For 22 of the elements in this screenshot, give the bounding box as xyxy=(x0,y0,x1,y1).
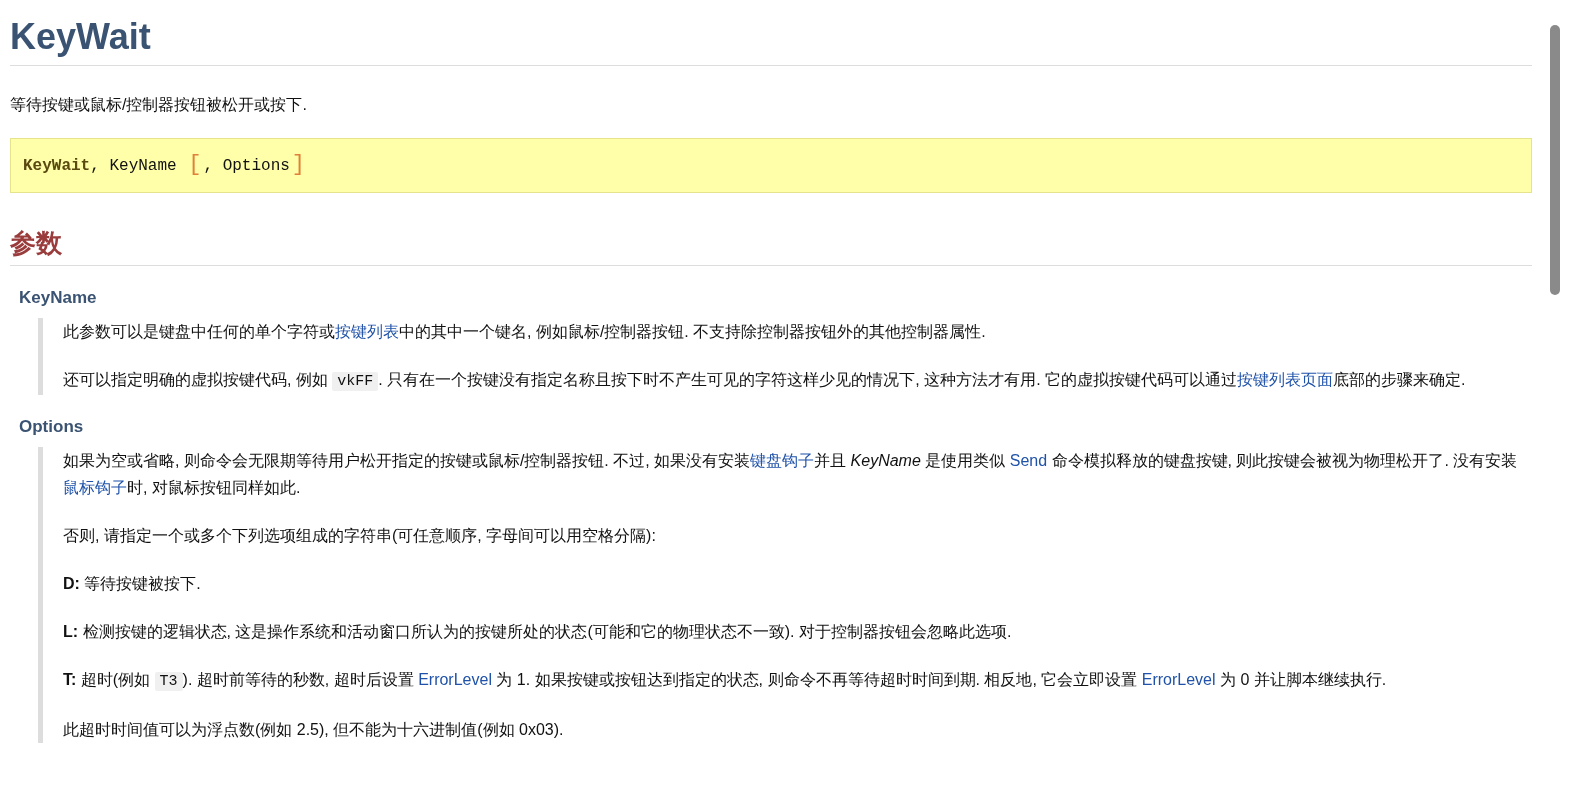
text-link[interactable]: ErrorLevel xyxy=(1141,671,1216,688)
paragraph: D: 等待按键被按下. xyxy=(63,574,202,594)
paragraph: 如果为空或省略, 则命令会无限期等待用户松开指定的按键或鼠标/控制器按钮. 不过, 如果没有安装键盘钩子并且 KeyName 是使用类似 Send 命令模拟释放的键盘按键, 则此按键会被视为物理松开了. 没有安装 鼠标钩子时, 对鼠标按钮同样如此. xyxy=(63,451,1519,498)
text-link[interactable]: 键盘钩子 xyxy=(750,452,815,469)
description: 等待按键或鼠标/控制器按钮被松开或按下. xyxy=(10,95,308,115)
text-link[interactable]: Send xyxy=(1009,452,1048,469)
paragraph: 还可以指定明确的虚拟按键代码, 例如 vkFF . 只有在一个按键没有指定名称且按下时不产生可见的字符这样少见的情况下, 这种方法才有用. 它的虚拟按键代码可以通过按键列表页面底部的步骤来确定. xyxy=(63,370,1467,393)
paragraph: 此超时时间值可以为浮点数(例如 2.5), 但不能为十六进制值(例如 0x03). xyxy=(63,720,565,740)
syntax-box: KeyWait, KeyName [, Options] xyxy=(10,138,1532,193)
paragraph: 否则, 请指定一个或多个下列选项组成的字符串(可任意顺序, 字母间可以用空格分隔): xyxy=(63,526,657,546)
parameter-name: Options xyxy=(19,416,85,438)
text-link[interactable]: 按键列表页面 xyxy=(1237,371,1334,388)
page-title: KeyWait xyxy=(10,12,1532,66)
scrollbar-thumb[interactable] xyxy=(1550,25,1560,295)
text-link[interactable]: 鼠标钩子 xyxy=(63,479,127,496)
paragraph: 此参数可以是键盘中任何的单个字符或按键列表中的其中一个键名, 例如鼠标/控制器按钮. 不支持除控制器按钮外的其他控制器属性. xyxy=(63,322,987,342)
text-link[interactable]: 按键列表 xyxy=(335,323,399,340)
paragraph: T: 超时(例如 T3 ). 超时前等待的秒数, 超时后设置 ErrorLevel 为 1. 如果按键或按钮达到指定的状态, 则命令不再等待超时时间到期. 相反地, 它会立即设置 ErrorLevel 为 0 并让脚本继续执行. xyxy=(63,670,1388,693)
section-heading: 参数 xyxy=(10,225,1532,266)
text-link[interactable]: ErrorLevel xyxy=(418,671,492,688)
parameter-name: KeyName xyxy=(19,287,98,309)
paragraph: L: 检测按键的逻辑状态, 这是操作系统和活动窗口所认为的按键所处的状态(可能和它的物理状态不一致). 对于控制器按钮会忽略此选项. xyxy=(63,622,1013,642)
